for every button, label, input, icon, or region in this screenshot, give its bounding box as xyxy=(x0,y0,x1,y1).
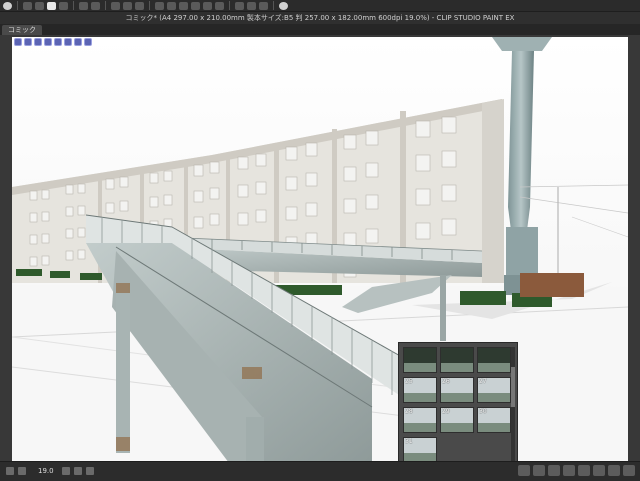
support-pillar xyxy=(116,283,130,453)
small-shed xyxy=(520,273,584,297)
thumbnail-image xyxy=(441,423,473,432)
deselect-icon[interactable] xyxy=(155,1,164,10)
save-icon[interactable] xyxy=(47,1,56,10)
thumbnail-label: 26 xyxy=(442,378,450,385)
redo-icon[interactable] xyxy=(91,1,100,10)
thumbnail-image xyxy=(478,423,510,432)
artwork-canvas[interactable] xyxy=(12,37,628,461)
panel-button-icon[interactable] xyxy=(533,465,545,476)
toolbar-separator xyxy=(149,1,150,10)
eye-icon[interactable] xyxy=(3,1,12,10)
toolbar-separator xyxy=(73,1,74,10)
camera-icon[interactable] xyxy=(54,38,62,46)
thumbnail-label: 29 xyxy=(442,408,450,415)
thumbnail-item[interactable]: 30 xyxy=(477,407,511,433)
panel-button-icon[interactable] xyxy=(548,465,560,476)
toolbar-separator xyxy=(17,1,18,10)
thumbnail-item[interactable]: 27 xyxy=(477,377,511,403)
panel-scrollbar-thumb[interactable] xyxy=(511,367,515,407)
light-icon[interactable] xyxy=(64,38,72,46)
thumbnail-item[interactable] xyxy=(403,347,437,373)
thumbnail-item[interactable]: 29 xyxy=(440,407,474,433)
panel-button-icon[interactable] xyxy=(623,465,635,476)
expand-selection-icon[interactable] xyxy=(203,1,212,10)
window-title: コミック* (A4 297.00 x 210.00mm 製本サイズ:B5 判 2… xyxy=(0,12,640,24)
crop-icon[interactable] xyxy=(191,1,200,10)
invert-selection-icon[interactable] xyxy=(167,1,176,10)
thumbnail-label: 25 xyxy=(405,378,413,385)
thumbnail-item[interactable]: 25 xyxy=(403,377,437,403)
pan-icon[interactable] xyxy=(34,38,42,46)
zoom-level[interactable]: 19.0 xyxy=(38,467,54,475)
fit-icon[interactable] xyxy=(74,467,82,475)
toolbar-separator xyxy=(273,1,274,10)
tab-bar: コミック xyxy=(0,24,640,35)
thumbnail-item[interactable] xyxy=(440,347,474,373)
panel-button-icon[interactable] xyxy=(608,465,620,476)
zoom-icon[interactable] xyxy=(44,38,52,46)
thumbnail-item[interactable]: 28 xyxy=(403,407,437,433)
thumbnail-image xyxy=(478,363,510,372)
zoom-out-icon[interactable] xyxy=(18,467,26,475)
toolbar-separator xyxy=(229,1,230,10)
navigator-icon[interactable] xyxy=(6,467,14,475)
transform-icon[interactable] xyxy=(135,1,144,10)
thumbnail-image xyxy=(404,393,436,402)
command-bar xyxy=(14,38,92,47)
thumbnail-label: 27 xyxy=(479,378,487,385)
material-thumbnail-panel: 25 26 27 28 29 30 31 xyxy=(398,342,518,476)
rotate-icon[interactable] xyxy=(24,38,32,46)
grid-icon[interactable] xyxy=(74,38,82,46)
print-icon[interactable] xyxy=(59,1,68,10)
thumbnail-label: 30 xyxy=(479,408,487,415)
panel-footer-buttons xyxy=(518,465,635,476)
toolbar-separator xyxy=(105,1,106,10)
shrink-selection-icon[interactable] xyxy=(215,1,224,10)
thumbnail-item[interactable]: 31 xyxy=(403,437,437,463)
open-file-icon[interactable] xyxy=(35,1,44,10)
tab-comic[interactable]: コミック xyxy=(2,25,42,35)
panel-button-icon[interactable] xyxy=(578,465,590,476)
new-file-icon[interactable] xyxy=(23,1,32,10)
snap-grid-icon[interactable] xyxy=(247,1,256,10)
panel-button-icon[interactable] xyxy=(563,465,575,476)
canvas-area[interactable] xyxy=(0,35,640,461)
thumbnail-image xyxy=(441,363,473,372)
snap-ruler-icon[interactable] xyxy=(235,1,244,10)
help-icon[interactable] xyxy=(279,1,288,10)
thumbnail-image xyxy=(478,393,510,402)
thumbnail-image xyxy=(404,423,436,432)
thumbnail-label: 28 xyxy=(405,408,413,415)
overpass-illustration xyxy=(12,37,628,461)
move-icon[interactable] xyxy=(14,38,22,46)
thumbnail-grid: 25 26 27 28 29 30 31 xyxy=(403,347,511,463)
thumbnail-item[interactable]: 26 xyxy=(440,377,474,403)
settings-icon[interactable] xyxy=(84,38,92,46)
status-bar: 19.0 xyxy=(0,461,640,481)
thumbnail-image xyxy=(404,363,436,372)
thumbnail-label: 31 xyxy=(405,438,413,445)
clear-icon[interactable] xyxy=(111,1,120,10)
snap-special-ruler-icon[interactable] xyxy=(259,1,268,10)
thumbnail-item[interactable] xyxy=(477,347,511,373)
select-all-icon[interactable] xyxy=(179,1,188,10)
undo-icon[interactable] xyxy=(79,1,88,10)
thumbnail-image xyxy=(441,393,473,402)
support-pillar xyxy=(246,417,264,461)
rotate-view-icon[interactable] xyxy=(86,467,94,475)
fill-icon[interactable] xyxy=(123,1,132,10)
panel-button-icon[interactable] xyxy=(593,465,605,476)
panel-button-icon[interactable] xyxy=(518,465,530,476)
zoom-in-icon[interactable] xyxy=(62,467,70,475)
main-toolbar xyxy=(0,0,640,12)
panel-scrollbar[interactable] xyxy=(511,347,515,467)
